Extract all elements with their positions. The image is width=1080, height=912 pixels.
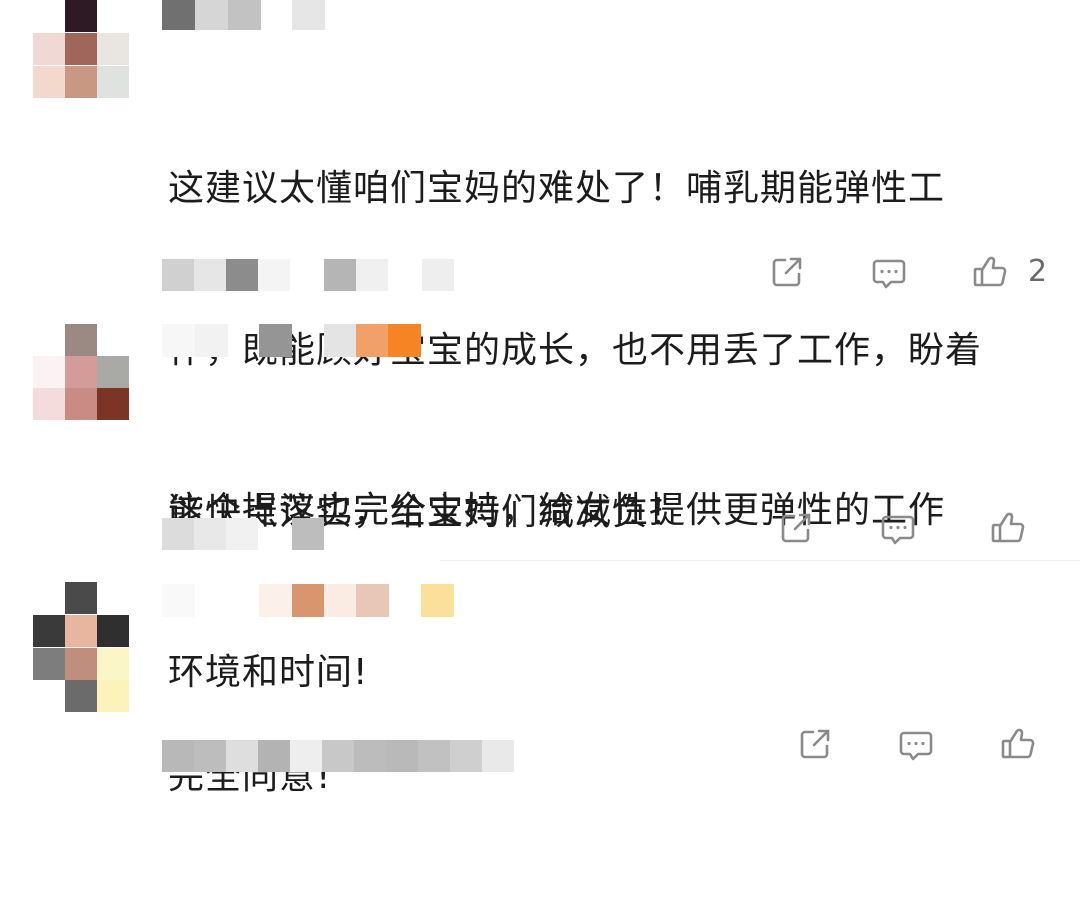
share-button[interactable] [795,724,835,764]
comment-item: 完全同意! [0,582,1080,797]
comment-text: 完全同意! [168,642,331,912]
comment-icon [881,515,915,545]
comment-icon [899,731,933,761]
comment-icon [872,259,906,289]
share-icon [800,729,830,759]
avatar[interactable] [33,0,129,98]
username-blurred[interactable] [162,584,462,617]
reply-button[interactable] [878,510,918,550]
username-blurred[interactable] [162,0,382,33]
thumbs-up-icon [1001,728,1035,759]
username-blurred[interactable] [162,324,432,357]
comment-line: 这建议太懂咱们宝妈的难处了！哺乳期能弹性工 [168,168,946,209]
share-button[interactable] [767,252,807,292]
like-button[interactable] [988,508,1028,548]
comment-item: 这建议太懂咱们宝妈的难处了！哺乳期能弹性工 作，既能顾好宝宝的成长，也不用丢了工… [0,0,1080,533]
comment-item: 这个提议也完全支持，给女性提供更弹性的工作 环境和时间! [0,320,1080,693]
like-button[interactable] [998,724,1038,764]
timestamp-blurred [162,740,522,773]
thumbs-up-icon [973,256,1007,287]
avatar[interactable] [33,324,129,420]
divider [440,560,1080,561]
reply-button[interactable] [869,254,909,294]
like-button[interactable] [970,252,1010,292]
thumbs-up-icon [991,512,1025,543]
share-icon [772,257,802,287]
share-button[interactable] [776,508,816,548]
timestamp-blurred [162,259,462,292]
avatar[interactable] [33,582,129,712]
timestamp-blurred [162,518,332,551]
reply-button[interactable] [896,726,936,766]
share-icon [781,513,811,543]
like-count: 2 [1028,254,1048,289]
